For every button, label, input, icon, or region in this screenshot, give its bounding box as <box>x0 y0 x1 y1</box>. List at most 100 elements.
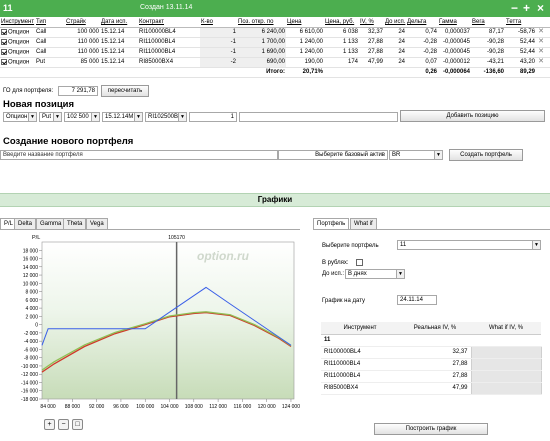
table-cell[interactable]: 1 700,00 <box>237 37 286 48</box>
zoom-fit-icon[interactable]: □ <box>72 419 83 430</box>
date-select[interactable]: 15.12.14М ▼ <box>102 112 143 122</box>
table-cell: 0,74 <box>406 27 438 38</box>
total-cell <box>65 67 100 78</box>
plus-icon[interactable]: + <box>523 1 530 15</box>
table-cell: -0,000012 <box>438 57 471 68</box>
row-checkbox[interactable] <box>1 58 7 65</box>
col-header[interactable]: Контракт <box>138 17 200 28</box>
col-header[interactable]: Дата исп. <box>100 17 138 28</box>
instrument-select[interactable]: Опцион ▼ <box>3 112 37 122</box>
table-row[interactable]: Опцион Call 100 000 15.12.14 RI100000BL4 1 6 2… <box>0 27 550 38</box>
chevron-down-icon: ▼ <box>134 113 142 121</box>
tab-what-if[interactable]: What if <box>350 218 377 229</box>
row-checkbox[interactable] <box>1 48 7 55</box>
col-header[interactable]: К-во <box>200 17 237 28</box>
col-header[interactable]: Цена, руб. <box>324 17 359 28</box>
col-header[interactable]: Инструмент <box>0 17 35 28</box>
to-exp-label: До исп.: <box>322 271 345 277</box>
table-cell: 15.12.14 <box>100 57 138 68</box>
table-cell[interactable]: 1 690,00 <box>237 47 286 58</box>
table-cell: 100 000 <box>65 27 100 38</box>
col-header[interactable]: Гамма <box>438 17 471 28</box>
y-axis-title: P/L <box>32 235 40 241</box>
base-asset-select[interactable]: BR ▼ <box>389 150 443 160</box>
table-row[interactable]: Опцион Call 110 000 15.12.14 RI110000BL4 -1 1 … <box>0 47 550 58</box>
chart-date-label: График на дату <box>322 298 366 304</box>
contract-select[interactable]: RI102500BX4 ▼ <box>145 112 187 122</box>
create-portfolio-button[interactable]: Создать портфель <box>449 149 523 161</box>
zoom-in-icon[interactable]: + <box>44 419 55 430</box>
rub-label: В рублях: <box>322 260 349 266</box>
chart-date-field[interactable]: 24.11.14 <box>397 295 437 305</box>
go-value-field[interactable]: 7 291,78 <box>58 86 98 96</box>
row-actions: ✕ <box>536 27 550 38</box>
col-header[interactable]: Поз. откр. по <box>237 17 286 28</box>
delete-row-icon[interactable]: ✕ <box>537 28 545 36</box>
x-tick-label: 88 000 <box>65 404 81 410</box>
y-tick-label: -6 000 <box>24 347 38 353</box>
total-cell: 0,26 <box>406 67 438 78</box>
recalculate-button[interactable]: пересчитать <box>101 85 149 97</box>
type-select[interactable]: Put ▼ <box>39 112 62 122</box>
minimize-icon[interactable]: − <box>511 1 518 15</box>
portfolio-select[interactable]: 11 ▼ <box>397 240 541 250</box>
col-header[interactable]: До исп. <box>384 17 406 28</box>
table-cell[interactable]: -2 <box>200 57 237 68</box>
row-checkbox[interactable] <box>1 38 7 45</box>
whatif-iv-input[interactable] <box>470 369 542 383</box>
table-cell: -90,28 <box>471 47 505 58</box>
watermark: option.ru <box>197 249 250 263</box>
delete-row-icon[interactable]: ✕ <box>537 38 545 46</box>
strike-select[interactable]: 102 500 ▼ <box>64 112 100 122</box>
rub-checkbox[interactable] <box>356 259 363 266</box>
chevron-down-icon: ▼ <box>91 113 99 121</box>
iv-instrument: RI100000BL4 <box>321 346 399 359</box>
delete-row-icon[interactable]: ✕ <box>537 58 545 66</box>
total-cell: -136,60 <box>471 67 505 78</box>
table-cell: 1 133 <box>324 37 359 48</box>
delete-row-icon[interactable]: ✕ <box>537 48 545 56</box>
tab-delta[interactable]: Delta <box>14 218 37 229</box>
close-icon[interactable]: × <box>537 1 544 15</box>
row-checkbox[interactable] <box>1 28 7 35</box>
whatif-iv-input[interactable] <box>470 381 542 395</box>
col-header[interactable]: Цена <box>286 17 324 28</box>
quantity-field[interactable]: 1 <box>189 112 237 122</box>
table-cell[interactable]: 1 <box>200 27 237 38</box>
col-header[interactable]: Тетта <box>505 17 536 28</box>
whatif-iv-input[interactable] <box>470 345 542 359</box>
total-cell: 20,71% <box>286 67 324 78</box>
instrument-name: Опцион <box>8 39 30 46</box>
tab-gamma[interactable]: Gamma <box>36 218 66 229</box>
zoom-out-icon[interactable]: − <box>58 419 69 430</box>
col-header[interactable]: IV, % <box>359 17 384 28</box>
table-cell: RI100000BL4 <box>138 27 200 38</box>
table-cell[interactable]: 690,00 <box>237 57 286 68</box>
table-row[interactable]: Опцион Put 85 000 15.12.14 RI85000BX4 -2 690,0… <box>0 57 550 68</box>
iv-col-real: Реальная IV, % <box>399 322 471 335</box>
new-position-title: Новая позиция <box>3 99 75 110</box>
col-header[interactable]: Вега <box>471 17 505 28</box>
table-cell[interactable]: 6 240,00 <box>237 27 286 38</box>
tab-vega[interactable]: Vega <box>86 218 108 229</box>
pl-chart[interactable]: option.ru P/L 18 000 16 000 14 000 12 000 10 0… <box>0 230 300 420</box>
table-cell[interactable]: -1 <box>200 37 237 48</box>
table-cell: 15.12.14 <box>100 27 138 38</box>
to-exp-select[interactable]: В днях ▼ <box>345 269 405 279</box>
iv-col-instrument: Инструмент <box>321 322 399 335</box>
build-chart-button[interactable]: Построить график <box>374 423 488 435</box>
table-cell: Call <box>35 27 65 38</box>
portfolio-name-input[interactable]: Введите название портфеля <box>0 150 278 160</box>
table-cell[interactable]: -1 <box>200 47 237 58</box>
col-header[interactable]: Страйк <box>65 17 100 28</box>
table-row[interactable]: Опцион Call 110 000 15.12.14 RI110000BL4 -1 1 … <box>0 37 550 48</box>
whatif-iv-input[interactable] <box>470 357 542 371</box>
col-header[interactable]: Дельта <box>406 17 438 28</box>
tab-portfolio[interactable]: Портфель <box>313 218 350 229</box>
y-tick-label: 6 000 <box>25 298 38 304</box>
table-cell: 27,88 <box>359 47 384 58</box>
col-header[interactable]: Тип <box>35 17 65 28</box>
add-position-button[interactable]: Добавить позицию <box>400 110 545 122</box>
tab-theta[interactable]: Theta <box>63 218 87 229</box>
y-tick-label: -18 000 <box>21 397 38 403</box>
